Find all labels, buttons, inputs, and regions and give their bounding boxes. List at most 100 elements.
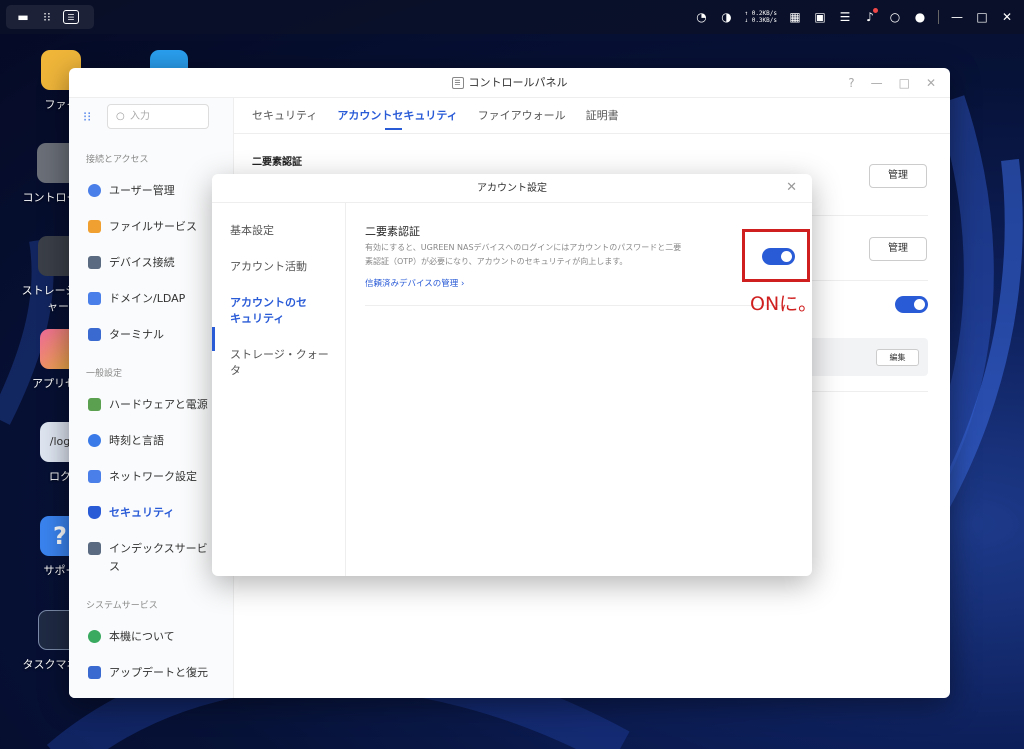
sidebar-item-hardware[interactable]: ハードウェアと電源 xyxy=(88,394,208,414)
shield-icon xyxy=(88,505,101,519)
sidebar: ⁝⁝ ○ 入力 接続とアクセス ユーザー管理 ファイルサービス デバイス接続 ド… xyxy=(69,98,234,698)
user-icon xyxy=(88,183,101,197)
id-card-icon xyxy=(88,291,101,305)
ram-gauge-icon[interactable]: ◑ xyxy=(719,10,733,24)
toggle-knob xyxy=(914,299,925,310)
sidebar-item-label: インデックスサービ xyxy=(109,542,208,555)
dialog-nav-label-2: タ xyxy=(230,364,241,377)
search-icon: ○ xyxy=(116,111,125,122)
sidebar-item-label: ファイルサービス xyxy=(109,220,197,233)
search-icon[interactable]: ○ xyxy=(888,10,902,24)
maximize-icon[interactable]: □ xyxy=(975,10,989,24)
sidebar-item-label: 本機について xyxy=(109,630,175,643)
sidebar-item-about[interactable]: 本機について xyxy=(88,626,175,646)
control-panel-icon[interactable]: ☰ xyxy=(63,10,79,24)
sidebar-item-update[interactable]: アップデートと復元 xyxy=(88,662,208,682)
widgets-icon[interactable]: ▦ xyxy=(788,10,802,24)
dialog-nav-quota[interactable]: ストレージ・クォー タ xyxy=(230,347,330,379)
sidebar-item-domain[interactable]: ドメイン/LDAP xyxy=(88,288,185,308)
battery-icon xyxy=(88,397,101,411)
dialog-nav-label-2: キュリティ xyxy=(230,312,285,325)
show-desktop-icon[interactable]: ▬ xyxy=(15,10,31,24)
monitor-icon[interactable]: ▣ xyxy=(813,10,827,24)
tab-security[interactable]: セキュリティ xyxy=(252,107,317,123)
dialog-nav: 基本設定 アカウント活動 アカウントのセ キュリティ ストレージ・クォー タ xyxy=(212,203,346,576)
info-icon xyxy=(88,629,101,643)
sidebar-item-time[interactable]: 時刻と言語 xyxy=(88,430,164,450)
sidebar-item-label: ネットワーク設定 xyxy=(109,470,197,483)
maximize-icon[interactable]: □ xyxy=(899,76,910,90)
folder-icon xyxy=(88,219,101,233)
dialog-nav-security[interactable]: アカウントのセ キュリティ xyxy=(230,295,330,327)
active-indicator xyxy=(212,327,215,351)
dialog-nav-basic[interactable]: 基本設定 xyxy=(230,223,330,239)
desktop-icon-top2[interactable] xyxy=(139,50,199,70)
tab-account-security[interactable]: アカウントセキュリティ xyxy=(337,107,458,130)
sidebar-item-index-cont[interactable]: ス xyxy=(109,556,120,576)
sidebar-item-label: 時刻と言語 xyxy=(109,434,164,447)
net-down: ↓ 0.3KB/s xyxy=(744,17,777,24)
close-icon[interactable]: ✕ xyxy=(1000,10,1014,24)
sidebar-item-network[interactable]: ネットワーク設定 xyxy=(88,466,197,486)
sidebar-item-users[interactable]: ユーザー管理 xyxy=(88,180,175,200)
option-title: 二要素認証 xyxy=(365,225,420,238)
sidebar-item-terminal[interactable]: ターミナル xyxy=(88,324,164,344)
tab-certificate[interactable]: 証明書 xyxy=(586,107,619,123)
account-settings-dialog: アカウント設定 ✕ 基本設定 アカウント活動 アカウントのセ キュリティ ストレ… xyxy=(212,174,812,576)
help-icon[interactable]: ? xyxy=(848,76,854,90)
dialog-nav-label: ストレージ・クォー xyxy=(230,348,329,361)
section-general: 一般設定 xyxy=(86,369,123,379)
option-desc-line-1: 有効にすると、UGREEN NASデバイスへのログインにはアカウントのパスワード… xyxy=(365,243,682,252)
terminal-icon xyxy=(88,327,101,341)
trusted-devices-link[interactable]: 信頼済みデバイスの管理 › xyxy=(365,277,464,289)
sidebar-item-label: アップデートと復元 xyxy=(109,666,208,679)
section-connection: 接続とアクセス xyxy=(86,155,149,165)
window-titlebar: ☰ コントロールパネル ? — □ ✕ xyxy=(69,68,950,98)
search-placeholder: 入力 xyxy=(130,111,150,122)
section-system: システムサービス xyxy=(86,601,158,611)
background-toggle[interactable] xyxy=(895,296,928,313)
manage-button[interactable]: 管理 xyxy=(869,164,927,188)
divider xyxy=(938,10,939,24)
sidebar-item-index[interactable]: インデックスサービ xyxy=(88,538,208,558)
close-icon[interactable]: ✕ xyxy=(786,181,797,195)
quick-launch: ▬ ⁝⁝ ☰ xyxy=(6,5,94,29)
refresh-icon xyxy=(88,665,101,679)
dialog-title: アカウント設定 xyxy=(212,174,812,203)
globe-icon xyxy=(88,433,101,447)
sidebar-item-label: ターミナル xyxy=(109,328,164,341)
section-title: 二要素認証 xyxy=(252,157,302,168)
sidebar-item-label: セキュリティ xyxy=(109,506,175,519)
sidebar-item-label: ハードウェアと電源 xyxy=(109,398,208,411)
edit-button[interactable]: 編集 xyxy=(876,349,919,366)
window-title: コントロールパネル xyxy=(468,76,568,89)
system-tray: ◔ ◑ ↑ 0.2KB/s ↓ 0.3KB/s ▦ ▣ ☰ ♪ ○ ● — □ … xyxy=(694,7,1014,27)
tab-firewall[interactable]: ファイアウォール xyxy=(478,107,566,123)
sidebar-item-fileservice[interactable]: ファイルサービス xyxy=(88,216,197,236)
minimize-icon[interactable]: — xyxy=(871,76,883,90)
search-input[interactable]: ○ 入力 xyxy=(107,104,209,129)
user-icon[interactable]: ● xyxy=(913,10,927,24)
apps-grid-icon[interactable]: ⁝⁝ xyxy=(39,10,55,24)
option-divider xyxy=(365,305,791,306)
dialog-nav-label: アカウントのセ xyxy=(230,296,307,309)
sidebar-item-label: ドメイン/LDAP xyxy=(109,292,186,305)
bell-icon[interactable]: ♪ xyxy=(863,8,878,24)
app-icon xyxy=(150,50,188,70)
close-icon[interactable]: ✕ xyxy=(926,76,936,90)
tab-divider xyxy=(234,133,950,134)
option-description: 有効にすると、UGREEN NASデバイスへのログインにはアカウントのパスワード… xyxy=(365,241,727,269)
dialog-nav-activity[interactable]: アカウント活動 xyxy=(230,259,330,275)
notification-dot xyxy=(873,8,878,13)
device-icon xyxy=(88,255,101,269)
option-desc-line-2: 素認証（OTP）が必要になり、アカウントのセキュリティが向上します。 xyxy=(365,257,628,266)
sidebar-item-device[interactable]: デバイス接続 xyxy=(88,252,175,272)
minimize-icon[interactable]: — xyxy=(950,10,964,24)
cpu-gauge-icon[interactable]: ◔ xyxy=(694,10,708,24)
manage-button-2[interactable]: 管理 xyxy=(869,237,927,261)
control-panel-icon: ☰ xyxy=(451,77,464,89)
grid-icon[interactable]: ⁝⁝ xyxy=(83,111,97,125)
task-list-icon[interactable]: ☰ xyxy=(838,10,852,24)
sidebar-item-security[interactable]: セキュリティ xyxy=(88,502,174,522)
network-icon xyxy=(88,469,101,483)
